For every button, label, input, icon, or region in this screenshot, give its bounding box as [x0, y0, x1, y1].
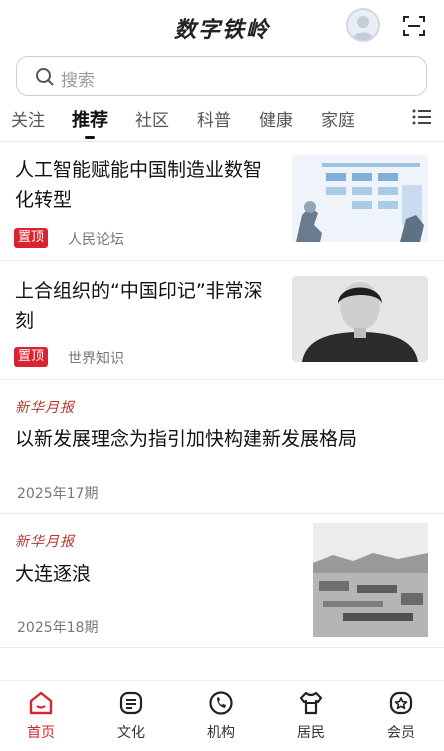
article-thumbnail	[313, 523, 428, 637]
user-icon	[352, 16, 374, 40]
menu-icon[interactable]	[412, 108, 432, 126]
tab-health[interactable]: 健康	[259, 106, 293, 131]
shirt-icon	[299, 691, 323, 715]
article-title: 大连逐浪	[15, 563, 92, 585]
search-placeholder: 搜索	[61, 71, 95, 91]
nav-label: 文化	[117, 725, 145, 741]
news-item[interactable]: 新华月报 以新发展理念为指引加快构建新发展格局 2025年17期	[0, 379, 444, 513]
phone-icon	[209, 691, 233, 715]
article-thumbnail	[292, 155, 428, 242]
article-title: 以新发展理念为指引加快构建新发展格局	[15, 428, 358, 450]
article-title: 人工智能赋能中国制造业数智 化转型	[15, 159, 263, 211]
nav-label: 居民	[297, 725, 325, 741]
document-icon	[119, 691, 143, 715]
article-source: 人民论坛	[68, 232, 124, 248]
nav-label: 首页	[27, 725, 55, 741]
pinned-badge: 置顶	[14, 347, 49, 367]
tab-community[interactable]: 社区	[135, 106, 169, 131]
search-icon	[36, 68, 54, 86]
tab-family[interactable]: 家庭	[321, 106, 355, 131]
divider	[0, 647, 444, 648]
avatar[interactable]	[346, 8, 380, 42]
nav-label: 机构	[207, 725, 235, 741]
nav-culture[interactable]: 文化	[101, 689, 161, 742]
member-star-icon	[389, 691, 413, 715]
ai-diagram-image	[292, 155, 428, 242]
active-tab-indicator	[85, 136, 95, 139]
pinned-badge: 置顶	[14, 228, 49, 248]
news-item[interactable]: 新华月报 大连逐浪 2025年18期	[0, 513, 444, 647]
issue-label: 2025年17期	[17, 486, 99, 502]
tab-science[interactable]: 科普	[197, 106, 231, 131]
search-bar[interactable]: 搜索	[16, 56, 427, 96]
home-icon	[29, 691, 53, 715]
portrait-image	[292, 276, 428, 362]
scan-icon[interactable]	[402, 14, 426, 38]
article-title: 上合组织的“中国印记”非常深 刻	[15, 280, 263, 332]
tab-follow[interactable]: 关注	[11, 106, 45, 131]
nav-residents[interactable]: 居民	[281, 689, 341, 742]
tab-recommend[interactable]: 推荐	[72, 106, 108, 132]
news-item[interactable]: 人工智能赋能中国制造业数智 化转型 置顶 人民论坛	[0, 141, 444, 260]
news-item[interactable]: 上合组织的“中国印记”非常深 刻 置顶 世界知识	[0, 260, 444, 379]
article-source: 世界知识	[68, 351, 124, 367]
harbor-image	[313, 523, 428, 637]
publication-logo: 新华月报	[15, 534, 75, 550]
bottom-nav: 首页 文化 机构 居民 会员	[0, 680, 444, 751]
nav-institution[interactable]: 机构	[191, 689, 251, 742]
category-tabs: 关注 推荐 社区 科普 健康 家庭	[0, 100, 444, 140]
article-thumbnail	[292, 276, 428, 362]
nav-label: 会员	[387, 725, 415, 741]
publication-logo: 新华月报	[15, 400, 75, 416]
nav-member[interactable]: 会员	[371, 689, 431, 742]
issue-label: 2025年18期	[17, 620, 99, 636]
nav-home[interactable]: 首页	[11, 689, 71, 742]
app-header: 数字铁岭	[0, 0, 444, 52]
